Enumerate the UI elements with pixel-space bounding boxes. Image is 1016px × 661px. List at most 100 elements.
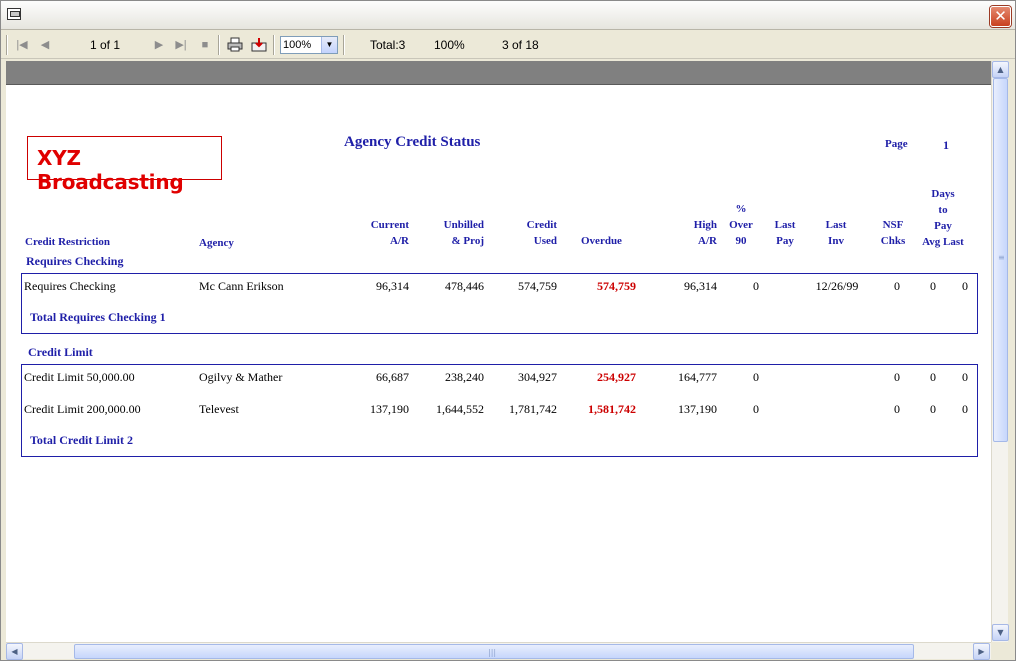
header-last: Last [943,236,964,248]
cell-current-ar: 96,314 [376,279,409,293]
header-line: Over [729,219,753,231]
stop-icon[interactable]: ■ [198,37,212,53]
title-bar: ✕ [1,1,1015,30]
cell-nsf: 0 [894,279,900,293]
cell-unbilled: 238,240 [445,370,484,384]
cell-current-ar: 66,687 [376,370,409,384]
group-total: Total Requires Checking 1 [30,310,166,324]
dropdown-arrow-icon[interactable]: ▼ [321,37,337,53]
cell-high-ar: 137,190 [678,402,717,416]
viewer-toolbar: |◀ ◀ 1 of 1 ▶ ▶| ■ 100% ▼ Total:3 100% 3… [1,31,1015,59]
cell-credit-used: 304,927 [518,370,557,384]
cell-credit-used: 574,759 [518,279,557,293]
last-page-icon[interactable]: ▶| [174,37,188,53]
cell-unbilled: 1,644,552 [436,402,484,416]
vertical-scroll-thumb[interactable]: ≡ [993,78,1008,442]
report-viewer-window: ✕ |◀ ◀ 1 of 1 ▶ ▶| ■ 100% ▼ Total:3 100%… [0,0,1016,661]
cell-current-ar: 137,190 [370,402,409,416]
company-name: XYZ Broadcasting [37,146,184,194]
toolbar-separator [218,35,220,55]
toolbar-separator [273,35,275,55]
scroll-right-icon[interactable]: ▶ [973,643,990,660]
header-line: Last [774,219,796,231]
cell-agency: Televest [199,402,239,416]
cell-agency: Ogilvy & Mather [199,370,283,384]
first-page-icon[interactable]: |◀ [15,37,29,53]
previous-page-icon[interactable]: ◀ [38,37,52,53]
header-agency: Agency [199,237,234,249]
cell-high-ar: 96,314 [684,279,717,293]
print-icon [227,37,243,52]
scrollbar-corner [991,642,1008,659]
cell-last: 0 [962,370,968,384]
horizontal-scroll-thumb[interactable]: ||| [74,644,914,659]
cell-last: 0 [962,279,968,293]
header-avg: Avg [922,236,941,248]
cell-unbilled: 478,446 [445,279,484,293]
print-button[interactable] [227,37,243,52]
header-line: Last [825,219,847,231]
vertical-scrollbar[interactable]: ▲ ≡ ▼ [991,61,1009,642]
cell-pct-over-90: 0 [753,370,759,384]
cell-high-ar: 164,777 [678,370,717,384]
header-line: % [735,203,747,215]
header-nsf: NSF Chks [873,217,913,249]
header-line: Current [370,219,409,231]
header-line: NSF [882,219,904,231]
header-credit-restriction: Credit Restriction [25,236,111,248]
zoom-select[interactable]: 100% ▼ [280,36,338,54]
cell-restriction: Credit Limit 50,000.00 [24,370,135,384]
header-days-to-pay: Days to Pay Avg Last [918,186,968,250]
header-unbilled: Unbilled & Proj [424,217,484,249]
header-line: Unbilled [443,219,484,231]
cell-overdue: 254,927 [597,370,636,384]
cell-avg: 0 [930,370,936,384]
export-button[interactable] [251,37,267,52]
zoom-value: 100% [283,39,312,51]
header-current-ar: Current A/R [349,217,409,249]
cell-nsf: 0 [894,370,900,384]
cell-last: 0 [962,402,968,416]
header-line: to [938,204,948,216]
cell-pct-over-90: 0 [753,279,759,293]
group-title: Requires Checking [26,254,124,268]
group-total: Total Credit Limit 2 [30,433,134,447]
page-indicator: 1 of 1 [90,38,121,52]
close-icon: ✕ [994,7,1007,25]
header-line: Used [533,235,557,247]
scroll-up-icon[interactable]: ▲ [992,61,1009,78]
app-icon[interactable] [7,8,21,20]
cell-credit-used: 1,781,742 [509,402,557,416]
report-title: Agency Credit Status [344,134,481,150]
report-header-bar [6,61,991,85]
next-page-icon[interactable]: ▶ [152,37,166,53]
header-credit-used: Credit Used [497,217,557,249]
cell-pct-over-90: 0 [753,402,759,416]
header-last-inv: Last Inv [816,217,856,249]
record-count: 3 of 18 [502,38,539,52]
cell-agency: Mc Cann Erikson [199,279,284,293]
header-line: & Proj [451,235,484,247]
grip-icon: ||| [488,648,497,657]
cell-avg: 0 [930,279,936,293]
header-line: 90 [735,235,747,247]
header-line: Pay [934,220,952,232]
cell-overdue: 1,581,742 [588,402,636,416]
header-line: Days [931,188,955,200]
scroll-left-icon[interactable]: ◀ [6,643,23,660]
header-line: Chks [880,235,906,247]
scroll-down-icon[interactable]: ▼ [992,624,1009,641]
header-line: Pay [776,235,794,247]
cell-restriction: Requires Checking [24,279,116,293]
header-pct-over-90: % Over 90 [721,201,761,249]
header-line: Credit [526,219,557,231]
company-logo: XYZ Broadcasting [27,136,222,194]
report-page: XYZ Broadcasting Agency Credit Status Pa… [6,85,991,642]
header-line: Avg Last [918,234,968,250]
group-title: Credit Limit [28,345,93,359]
horizontal-scrollbar[interactable]: ◀ ||| ▶ [6,642,991,660]
percent-complete: 100% [434,38,465,52]
header-overdue: Overdue [581,235,622,247]
cell-restriction: Credit Limit 200,000.00 [24,402,141,416]
close-button[interactable]: ✕ [990,6,1011,27]
